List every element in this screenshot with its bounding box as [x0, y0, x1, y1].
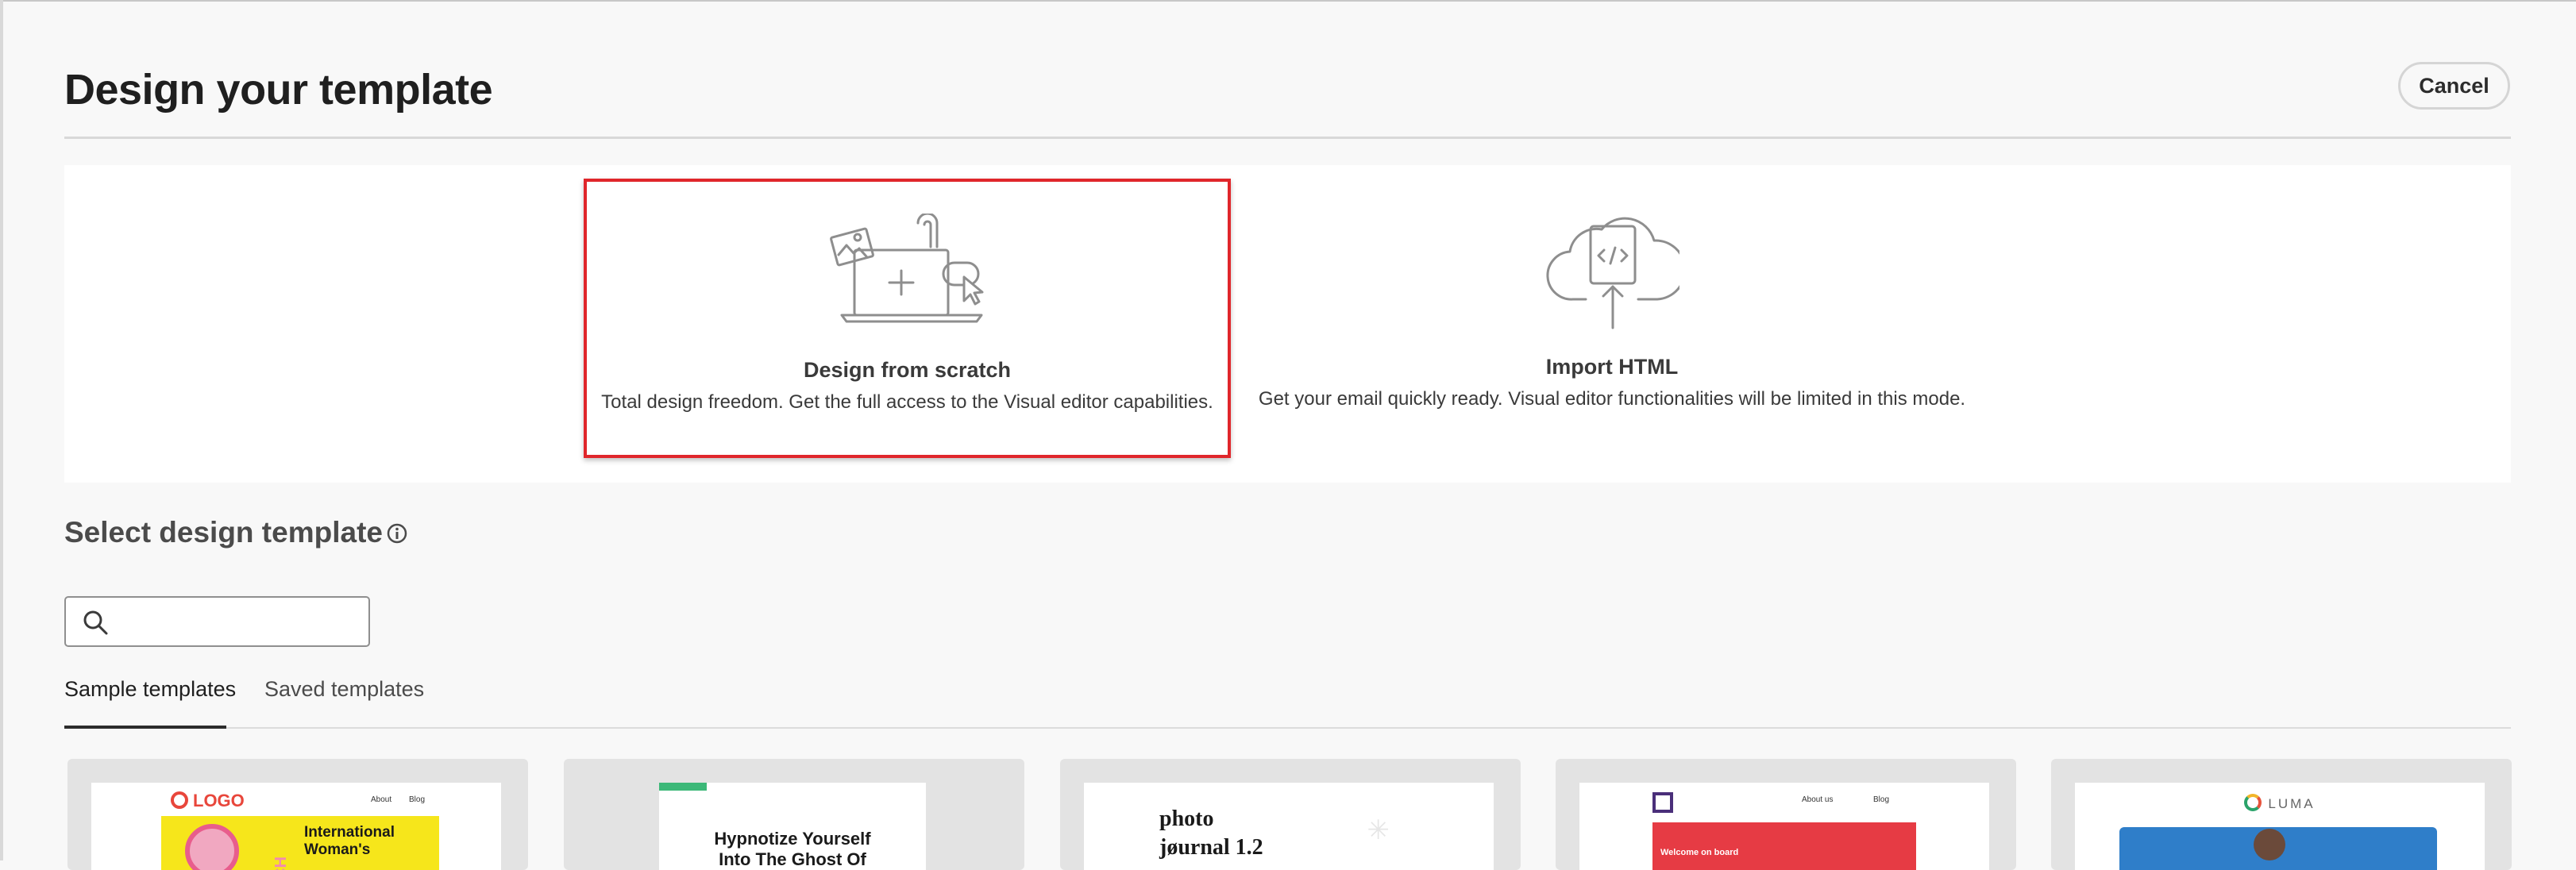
template-logo: LUMA	[2075, 794, 2485, 812]
template-thumbnail: LUMA	[2075, 783, 2485, 870]
tab-saved-templates[interactable]: Saved templates	[264, 677, 424, 702]
template-search-field[interactable]	[64, 596, 370, 647]
page-title: Design your template	[64, 66, 493, 114]
template-headline: Hypnotize Yourself Into The Ghost Of	[714, 829, 871, 869]
template-thumbnail: LOGO About Blog CH International Woman's	[91, 783, 501, 870]
template-logo-square	[1652, 792, 1673, 813]
template-headline: photo jøurnal 1.2	[1159, 806, 1263, 860]
header-divider	[64, 137, 2511, 139]
template-side-text: CH	[272, 857, 290, 870]
template-nav-item: About us	[1802, 795, 1834, 804]
template-card[interactable]: About us Blog Welcome on board	[1556, 759, 2016, 870]
cloud-upload-code-icon	[1546, 217, 1679, 329]
design-from-scratch-option[interactable]: Design from scratch Total design freedom…	[584, 179, 1231, 458]
active-tab-indicator	[64, 726, 226, 729]
sparkle-icon: ✳	[1367, 815, 1390, 845]
search-input[interactable]	[121, 604, 363, 641]
template-logo-text: LOGO	[171, 791, 245, 811]
template-hero-block	[1652, 822, 1916, 870]
template-card[interactable]: LUMA	[2051, 759, 2512, 870]
template-thumbnail: Hypnotize Yourself Into The Ghost Of	[659, 783, 926, 870]
template-thumbnail: photo jøurnal 1.2 ✳	[1084, 783, 1494, 870]
option-title: Design from scratch	[803, 358, 1012, 382]
template-accent-bar	[659, 783, 707, 791]
cancel-button[interactable]: Cancel	[2398, 62, 2510, 110]
template-hero-person	[2254, 829, 2285, 860]
option-title: Import HTML	[1545, 355, 1679, 379]
import-html-option[interactable]: Import HTML Get your email quickly ready…	[1247, 179, 1977, 458]
template-nav-item: Blog	[1873, 795, 1890, 804]
tab-sample-templates[interactable]: Sample templates	[64, 677, 236, 702]
template-nav-item: Blog	[409, 795, 426, 804]
laptop-plus-icon	[829, 214, 983, 323]
template-card[interactable]: LOGO About Blog CH International Woman's	[67, 759, 528, 870]
option-description: Total design freedom. Get the full acces…	[601, 391, 1213, 413]
tabs-divider	[64, 727, 2511, 729]
luma-logo-icon	[2244, 794, 2262, 811]
window-top-edge	[0, 0, 2576, 2]
template-nav-item: About	[371, 795, 392, 804]
option-description: Get your email quickly ready. Visual edi…	[1258, 388, 1966, 410]
template-card[interactable]: photo jøurnal 1.2 ✳	[1060, 759, 1521, 870]
window-left-edge	[0, 0, 3, 860]
search-icon	[83, 610, 108, 635]
template-headline: International Woman's	[304, 824, 395, 858]
info-icon[interactable]	[386, 522, 408, 545]
select-template-heading: Select design template	[64, 516, 383, 549]
template-thumbnail: About us Blog Welcome on board	[1579, 783, 1989, 870]
template-card[interactable]: Hypnotize Yourself Into The Ghost Of	[564, 759, 1024, 870]
template-banner-text: Welcome on board	[1660, 848, 1739, 857]
